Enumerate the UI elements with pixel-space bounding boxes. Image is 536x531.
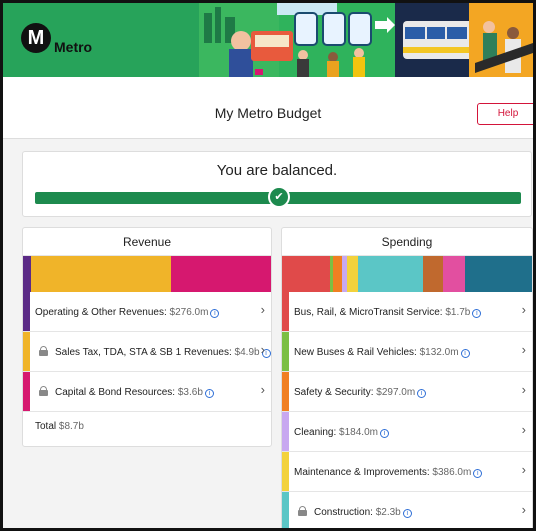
revenue-stacked-bar <box>23 256 271 292</box>
budget-row[interactable]: Safety & Security: $297.0m i › <box>282 372 532 412</box>
category-color-stripe <box>282 412 289 451</box>
metro-logo[interactable]: M <box>21 23 51 53</box>
chevron-right-icon[interactable]: › <box>261 342 265 357</box>
spending-stacked-bar <box>282 256 532 292</box>
info-icon[interactable]: i <box>210 309 220 318</box>
row-amount: $297.0m <box>376 387 416 398</box>
row-label: Construction: <box>314 507 373 518</box>
budget-row[interactable]: Maintenance & Improvements: $386.0m i › <box>282 452 532 492</box>
category-color-stripe <box>23 292 30 331</box>
chevron-right-icon[interactable]: › <box>522 502 526 517</box>
row-amount: $2.3b <box>375 507 401 518</box>
spending-segment <box>465 256 532 292</box>
info-icon[interactable]: i <box>402 509 412 518</box>
spending-panel: Spending Bus, Rail, & MicroTransit Servi… <box>281 227 533 528</box>
header-banner: M Metro <box>3 3 533 77</box>
spending-segment <box>422 256 443 292</box>
lock-icon <box>298 506 307 516</box>
spending-segment <box>357 256 423 292</box>
row-label-group: Cleaning: $184.0m i <box>294 427 389 438</box>
row-label: Maintenance & Improvements: <box>294 467 430 478</box>
row-label-group: Safety & Security: $297.0m i <box>294 387 427 398</box>
info-icon[interactable]: i <box>379 429 389 438</box>
row-amount: $184.0m <box>339 427 378 438</box>
row-amount: $3.6b <box>177 387 203 398</box>
chevron-right-icon[interactable]: › <box>522 342 526 357</box>
category-color-stripe <box>282 332 289 371</box>
revenue-segment <box>170 256 271 292</box>
budget-row[interactable]: Operating & Other Revenues: $276.0m i › <box>23 292 271 332</box>
row-label: Bus, Rail, & MicroTransit Service: <box>294 307 443 318</box>
chevron-right-icon[interactable]: › <box>522 302 526 317</box>
row-label: Safety & Security: <box>294 387 374 398</box>
title-bar: My Metro Budget Help <box>3 77 533 139</box>
info-icon[interactable]: i <box>204 389 214 398</box>
balance-card: You are balanced. ✔ <box>22 151 532 217</box>
budget-row[interactable]: Cleaning: $184.0m i › <box>282 412 532 452</box>
transit-illustration <box>199 3 533 77</box>
page-title: My Metro Budget <box>214 105 322 121</box>
revenue-total: Total $8.7b <box>23 412 271 442</box>
category-color-stripe <box>282 492 289 528</box>
row-amount: $132.0m <box>419 347 459 358</box>
spending-segment <box>346 256 358 292</box>
chevron-right-icon[interactable]: › <box>522 462 526 477</box>
spending-segment <box>333 256 342 292</box>
row-label-group: New Buses & Rail Vehicles: $132.0m i <box>294 347 470 358</box>
total-amount: $8.7b <box>58 421 84 432</box>
main-content: You are balanced. ✔ Revenue Operating & … <box>3 139 533 528</box>
row-label: New Buses & Rail Vehicles: <box>294 347 417 358</box>
row-amount: $276.0m <box>169 307 209 318</box>
revenue-segment <box>23 256 31 292</box>
revenue-panel: Revenue Operating & Other Revenues: $276… <box>22 227 272 447</box>
row-amount: $4.9b <box>234 347 260 358</box>
category-color-stripe <box>282 292 289 331</box>
revenue-heading: Revenue <box>23 228 271 256</box>
info-icon[interactable]: i <box>460 349 470 358</box>
budget-row[interactable]: Capital & Bond Resources: $3.6b i › <box>23 372 271 412</box>
row-label: Capital & Bond Resources: <box>55 387 176 398</box>
row-label-group: Construction: $2.3b i <box>314 507 412 518</box>
total-label: Total <box>35 421 57 432</box>
revenue-segment <box>30 256 171 292</box>
balance-status: You are balanced. <box>216 162 338 179</box>
row-label-group: Sales Tax, TDA, STA & SB 1 Revenues: $4.… <box>55 347 271 358</box>
info-icon[interactable]: i <box>417 389 427 398</box>
row-label: Sales Tax, TDA, STA & SB 1 Revenues: <box>55 347 232 358</box>
budget-row[interactable]: Construction: $2.3b i › <box>282 492 532 528</box>
revenue-list: Operating & Other Revenues: $276.0m i › Sal… <box>23 292 271 412</box>
row-label: Cleaning: <box>294 427 337 438</box>
row-label-group: Bus, Rail, & MicroTransit Service: $1.7b… <box>294 307 482 318</box>
spending-heading: Spending <box>282 228 532 256</box>
info-icon[interactable]: i <box>473 469 483 478</box>
row-amount: $386.0m <box>432 467 472 478</box>
row-label-group: Capital & Bond Resources: $3.6b i <box>55 387 214 398</box>
app-frame: M Metro My Metro Budget Help You are bal… <box>0 0 536 531</box>
category-color-stripe <box>23 332 30 371</box>
budget-row[interactable]: Bus, Rail, & MicroTransit Service: $1.7b… <box>282 292 532 332</box>
info-icon[interactable]: i <box>472 309 482 318</box>
spending-segment <box>282 256 330 292</box>
row-label-group: Maintenance & Improvements: $386.0m i <box>294 467 483 478</box>
spending-segment <box>442 256 466 292</box>
checkmark-icon: ✔ <box>268 186 290 208</box>
row-amount: $1.7b <box>445 307 471 318</box>
chevron-right-icon[interactable]: › <box>261 302 265 317</box>
category-color-stripe <box>23 372 30 411</box>
brand-name: Metro <box>54 39 93 55</box>
lock-icon <box>39 386 48 396</box>
row-label-group: Operating & Other Revenues: $276.0m i <box>35 307 220 318</box>
category-color-stripe <box>282 452 289 491</box>
chevron-right-icon[interactable]: › <box>522 422 526 437</box>
budget-row[interactable]: Sales Tax, TDA, STA & SB 1 Revenues: $4.… <box>23 332 271 372</box>
help-button[interactable]: Help <box>477 103 533 125</box>
chevron-right-icon[interactable]: › <box>522 382 526 397</box>
chevron-right-icon[interactable]: › <box>261 382 265 397</box>
spending-list: Bus, Rail, & MicroTransit Service: $1.7b… <box>282 292 532 528</box>
category-color-stripe <box>282 372 289 411</box>
budget-row[interactable]: New Buses & Rail Vehicles: $132.0m i › <box>282 332 532 372</box>
row-label: Operating & Other Revenues: <box>35 307 167 318</box>
lock-icon <box>39 346 48 356</box>
